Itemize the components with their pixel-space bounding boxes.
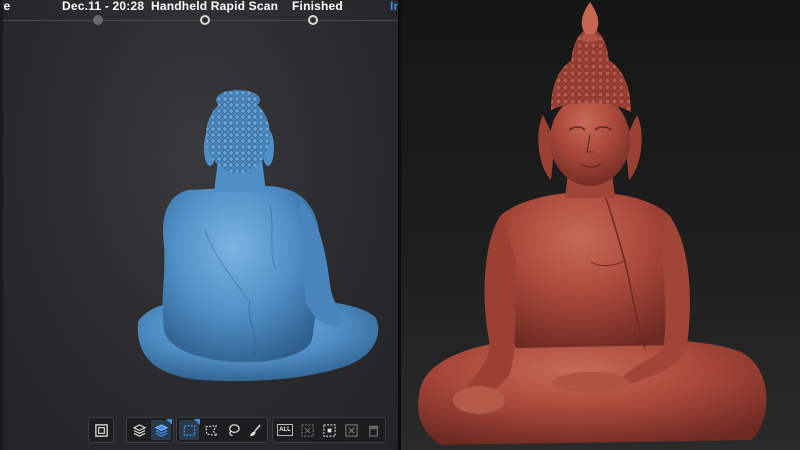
layers-icon[interactable] [129, 420, 149, 440]
layers-active-icon[interactable] [151, 419, 172, 440]
invert-selection-icon[interactable] [297, 420, 317, 440]
select-all-icon[interactable]: ALL [275, 420, 295, 440]
toolbar-group-layers [126, 417, 174, 443]
bottom-toolbar: ALL [88, 417, 390, 443]
delete-selection-icon[interactable] [341, 420, 361, 440]
scan-viewport[interactable]: ne Dec.11 - 20:28 Handheld Rapid Scan Fi… [0, 0, 398, 450]
render-model [418, 2, 767, 445]
app-root: ne Dec.11 - 20:28 Handheld Rapid Scan Fi… [0, 0, 800, 450]
toolbar-group-view [88, 417, 114, 443]
brush-select-icon[interactable] [245, 420, 265, 440]
toolbar-group-edit: ALL [272, 417, 386, 443]
toolbar-group-selection [176, 417, 268, 443]
rect-select-icon[interactable] [179, 419, 200, 440]
render-viewport[interactable] [401, 0, 800, 450]
scan-mesh-model[interactable] [0, 0, 398, 450]
box-view-icon[interactable] [91, 420, 111, 440]
deselect-icon[interactable] [319, 420, 339, 440]
select-all-label: ALL [277, 424, 293, 436]
polygon-select-icon[interactable] [201, 420, 221, 440]
lasso-select-icon[interactable] [223, 420, 243, 440]
trash-icon[interactable] [363, 420, 383, 440]
